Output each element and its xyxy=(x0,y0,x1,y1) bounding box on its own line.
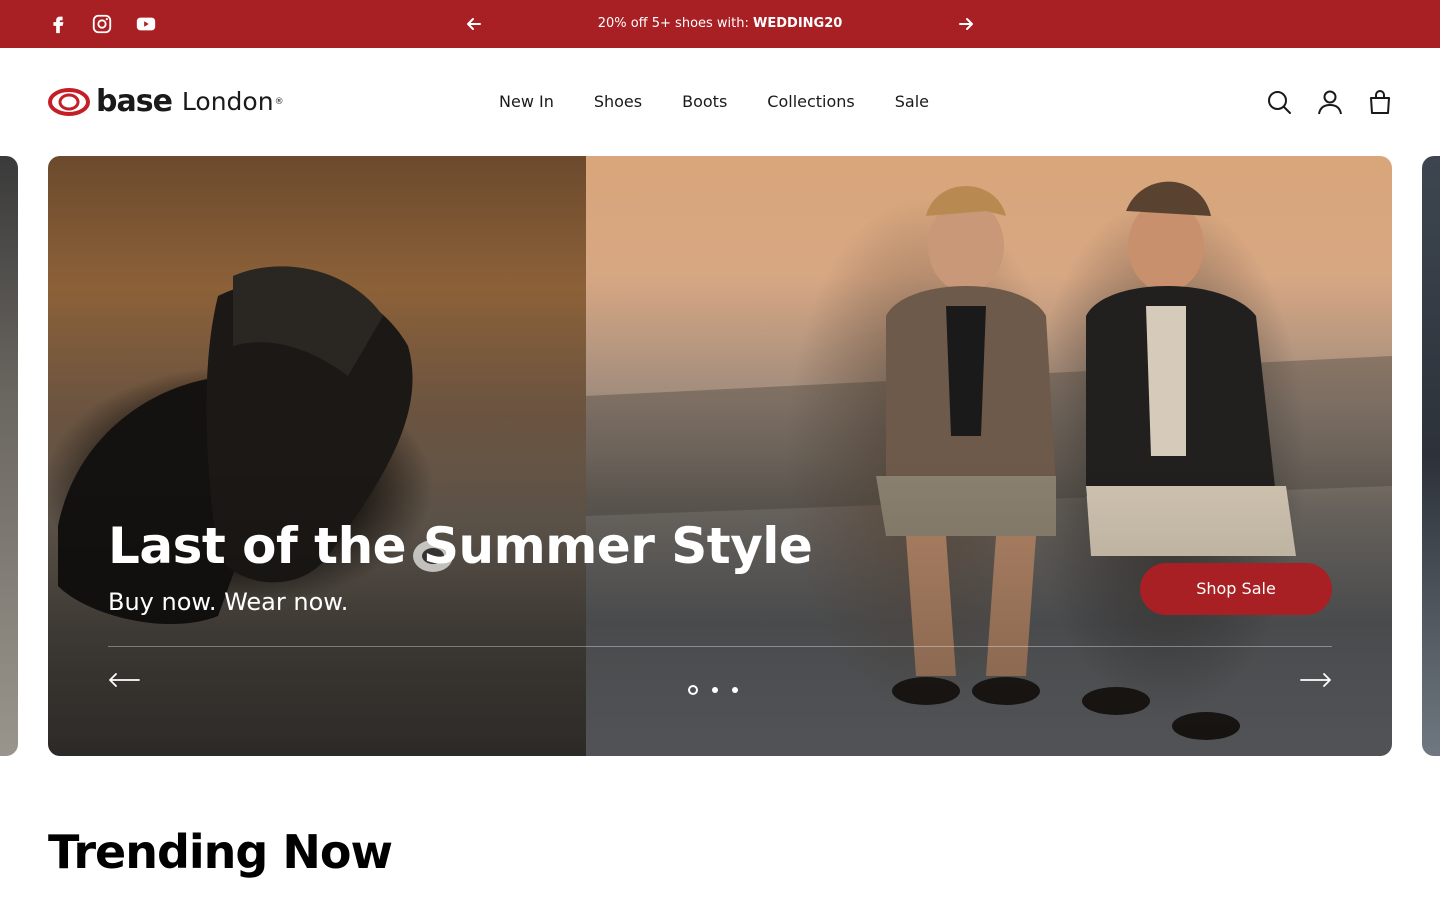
site-header: base London ® New In Shoes Boots Collect… xyxy=(0,48,1440,156)
search-icon[interactable] xyxy=(1266,89,1292,115)
nav-item-sale[interactable]: Sale xyxy=(895,92,929,112)
hero-slide: Last of the Summer Style Buy now. Wear n… xyxy=(48,156,1392,756)
logo-registered: ® xyxy=(274,97,284,107)
facebook-icon[interactable] xyxy=(46,12,70,36)
announcement-bar: 20% off 5+ shoes with: WEDDING20 xyxy=(0,0,1440,48)
logo-mark-icon xyxy=(48,88,90,116)
next-slide-peek[interactable] xyxy=(1422,156,1440,756)
slide-dots xyxy=(688,685,738,695)
hero-prev-arrow-icon[interactable] xyxy=(108,666,140,694)
bag-icon[interactable] xyxy=(1367,89,1393,115)
hero-title: Last of the Summer Style xyxy=(108,517,813,575)
prev-slide-peek[interactable] xyxy=(0,156,18,756)
announcement-prefix: 20% off 5+ shoes with: xyxy=(597,16,754,31)
account-icon[interactable] xyxy=(1317,89,1343,115)
nav-item-collections[interactable]: Collections xyxy=(767,92,854,112)
main-nav: New In Shoes Boots Collections Sale xyxy=(499,92,929,112)
brand-logo[interactable]: base London ® xyxy=(48,86,300,118)
announcement-prev-arrow-icon[interactable] xyxy=(464,14,484,34)
logo-word-base: base xyxy=(96,84,173,119)
hero-next-arrow-icon[interactable] xyxy=(1300,666,1332,694)
slide-dot-3[interactable] xyxy=(732,687,738,693)
slide-dot-1[interactable] xyxy=(688,685,698,695)
trending-now-heading: Trending Now xyxy=(48,825,393,879)
instagram-icon[interactable] xyxy=(90,12,114,36)
logo-word-london: London xyxy=(181,87,274,116)
promo-code: WEDDING20 xyxy=(753,16,843,31)
nav-item-shoes[interactable]: Shoes xyxy=(594,92,642,112)
slide-dot-2[interactable] xyxy=(712,687,718,693)
nav-item-boots[interactable]: Boots xyxy=(682,92,727,112)
announcement-text: 20% off 5+ shoes with: WEDDING20 xyxy=(520,15,920,33)
hero-subtitle: Buy now. Wear now. xyxy=(108,588,349,616)
nav-item-new-in[interactable]: New In xyxy=(499,92,554,112)
shop-sale-button[interactable]: Shop Sale xyxy=(1140,563,1332,615)
hero-divider xyxy=(108,646,1332,647)
announcement-next-arrow-icon[interactable] xyxy=(956,14,976,34)
youtube-icon[interactable] xyxy=(134,12,158,36)
hero-overlay xyxy=(48,156,1392,756)
